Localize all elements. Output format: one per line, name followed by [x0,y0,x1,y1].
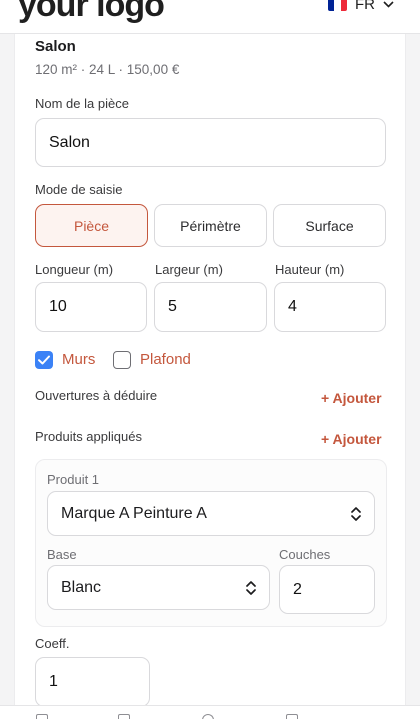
walls-checkbox[interactable] [35,351,53,369]
coefficient-label: Coeff. [35,636,70,651]
room-name-input[interactable]: Salon [35,118,386,167]
openings-label: Ouvertures à déduire [35,388,158,403]
room-name-value: Salon [49,133,90,151]
width-label: Largeur (m) [155,262,223,277]
entry-mode-label: Mode de saisie [35,182,123,197]
language-code: FR [355,0,375,13]
coats-label: Couches [279,547,331,562]
france-flag-icon [328,0,347,11]
mode-option-room[interactable]: Pièce [35,204,148,247]
length-input[interactable]: 10 [35,282,147,332]
products-label: Produits appliqués [35,429,142,444]
ceiling-label[interactable]: Plafond [140,351,191,368]
user-icon[interactable] [202,714,214,719]
checkmark-icon [38,355,50,365]
width-value: 5 [168,298,177,315]
coats-input[interactable]: 2 [279,565,375,614]
ceiling-checkbox[interactable] [113,351,131,369]
base-select-value: Blanc [61,578,102,596]
length-value: 10 [49,298,67,315]
select-arrows-icon [351,506,361,521]
product-select-value: Marque A Peinture A [61,504,207,522]
app-header: your logo® FR [0,0,420,34]
settings-icon[interactable] [286,714,298,719]
room-summary: 120 m² · 24 L · 150,00 € [35,62,180,77]
base-label: Base [47,547,77,562]
product-select[interactable]: Marque A Peinture A [47,491,375,536]
mode-option-label: Surface [305,217,354,234]
product-title: Produit 1 [47,472,100,487]
height-input[interactable]: 4 [274,282,386,332]
select-arrows-icon [246,580,256,595]
product-item: Produit 1 Marque A Peinture A Base Couch… [35,459,387,627]
chevron-down-icon [383,0,394,11]
language-selector[interactable]: FR [328,0,394,13]
logo-text: your logo [18,0,165,24]
height-value: 4 [288,298,297,315]
length-label: Longueur (m) [35,262,114,277]
mode-option-perimeter[interactable]: Périmètre [154,204,267,247]
coefficient-value: 1 [49,673,58,690]
width-input[interactable]: 5 [154,282,267,332]
list-icon[interactable] [118,714,130,719]
bottom-navigation [0,705,420,719]
coats-value: 2 [293,580,302,598]
walls-label[interactable]: Murs [62,351,95,368]
room-name-label: Nom de la pièce [35,96,129,111]
mode-option-label: Pièce [73,217,110,234]
room-title: Salon [35,38,76,55]
mode-option-label: Périmètre [180,217,241,234]
height-label: Hauteur (m) [275,262,345,277]
coefficient-input[interactable]: 1 [35,657,150,707]
add-product-button[interactable]: + Ajouter [321,431,382,447]
room-card: Salon 120 m² · 24 L · 150,00 € Nom de la… [14,34,406,714]
mode-option-surface[interactable]: Surface [273,204,386,247]
add-opening-button[interactable]: + Ajouter [321,390,382,406]
base-select[interactable]: Blanc [47,565,270,610]
home-icon[interactable] [36,714,48,719]
brand-logo[interactable]: your logo® [18,0,171,25]
